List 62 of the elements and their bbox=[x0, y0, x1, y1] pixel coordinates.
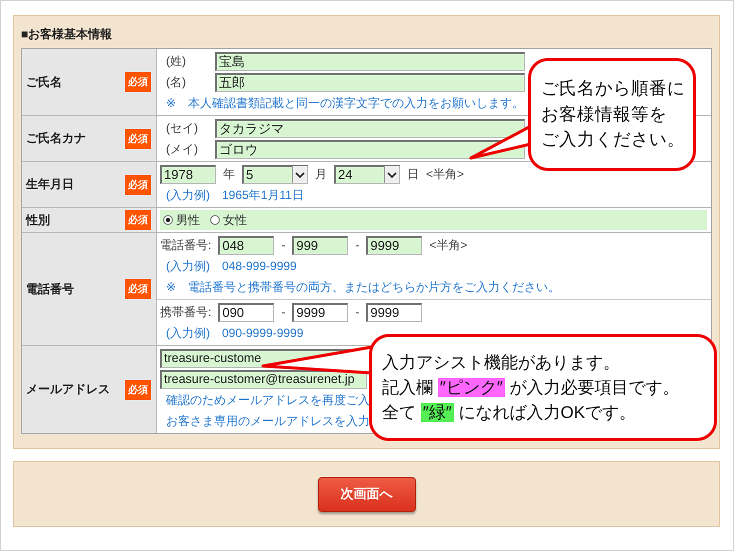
input-field[interactable]: 9999 bbox=[292, 302, 348, 322]
field-label: (名) bbox=[165, 74, 187, 90]
row-label: ご氏名カナ bbox=[26, 130, 86, 147]
hint-text: ※ 本人確認書類記載と同一の漢字文字での入力をお願いします。 bbox=[165, 94, 524, 112]
field-label: (セイ) bbox=[165, 120, 199, 136]
input-field[interactable]: 宝島 bbox=[215, 52, 525, 70]
hint-text: お客さま専用のメールアドレスを入力 bbox=[165, 412, 370, 430]
field-label: - bbox=[281, 304, 286, 320]
input-field[interactable]: タカラジマ bbox=[215, 118, 525, 138]
input-field[interactable]: 五郎 bbox=[215, 72, 525, 92]
required-badge: 必須 bbox=[125, 380, 151, 400]
input-field[interactable]: 9999 bbox=[366, 302, 422, 322]
callout-text: 入力アシスト機能があります。 bbox=[382, 352, 620, 374]
row-label: ご氏名 bbox=[26, 74, 62, 90]
field-label: (姓) bbox=[165, 52, 187, 70]
callout-text: お客様情報等を bbox=[541, 102, 667, 126]
row-label: 生年月日 bbox=[26, 176, 74, 193]
field-label: (メイ) bbox=[165, 140, 199, 158]
required-badge: 必須 bbox=[125, 210, 151, 230]
radio-icon[interactable] bbox=[210, 215, 220, 225]
hint-text: (入力例) 090-9999-9999 bbox=[165, 324, 304, 342]
input-field[interactable]: treasure-customer@treasurenet.jp bbox=[160, 370, 367, 388]
radio-option[interactable]: 女性 bbox=[207, 212, 247, 228]
next-screen-button[interactable]: 次画面へ bbox=[318, 476, 416, 512]
radio-option[interactable]: 男性 bbox=[160, 212, 200, 228]
field-label: 月 bbox=[315, 166, 327, 182]
field-label: 電話番号: bbox=[160, 236, 212, 254]
field-label: <半角> bbox=[426, 166, 464, 182]
required-badge: 必須 bbox=[125, 72, 151, 92]
radio-icon[interactable] bbox=[163, 215, 173, 225]
required-badge: 必須 bbox=[125, 279, 151, 299]
input-field[interactable]: ゴロウ bbox=[215, 140, 525, 158]
chevron-icon bbox=[384, 166, 399, 183]
field-label: - bbox=[355, 236, 360, 254]
field-label: - bbox=[355, 304, 360, 320]
required-badge: 必須 bbox=[125, 174, 151, 194]
row-label: メールアドレス bbox=[26, 381, 110, 398]
callout-text: 全て ″緑″ になれば入力OKです。 bbox=[382, 402, 636, 424]
required-badge: 必須 bbox=[125, 128, 151, 148]
hint-text: ※ 電話番号と携帯番号の両方、またはどちらか片方をご入力ください。 bbox=[165, 278, 560, 296]
input-field[interactable]: 090 bbox=[218, 302, 274, 322]
callout-text: ご氏名から順番に bbox=[541, 77, 685, 100]
field-label: 年 bbox=[223, 166, 235, 182]
chevron-icon bbox=[292, 166, 307, 183]
hint-text: 確認のためメールアドレスを再度ご入 bbox=[165, 392, 370, 408]
callout-text: ご入力ください。 bbox=[541, 128, 685, 152]
input-field[interactable]: 048 bbox=[218, 236, 274, 254]
field-label: 日 bbox=[407, 166, 419, 182]
dropdown-field[interactable]: 24 bbox=[334, 164, 400, 184]
field-label: - bbox=[281, 236, 286, 254]
input-field[interactable]: 999 bbox=[292, 236, 348, 254]
field-label: <半角> bbox=[429, 236, 468, 254]
callout-text: 記入欄 ″ピンク″ が入力必要項目です。 bbox=[382, 377, 680, 399]
dropdown-field[interactable]: 5 bbox=[242, 164, 308, 184]
row-label: 電話番号 bbox=[26, 280, 74, 298]
hint-text: (入力例) 1965年1月11日 bbox=[165, 186, 304, 204]
field-label: 携帯番号: bbox=[160, 304, 212, 320]
input-field[interactable]: 1978 bbox=[160, 164, 216, 184]
hint-text: (入力例) 048-999-9999 bbox=[165, 258, 297, 274]
input-field[interactable]: 9999 bbox=[366, 236, 422, 254]
row-label: 性別 bbox=[26, 212, 50, 228]
section-title: ■お客様基本情報 bbox=[21, 26, 112, 43]
